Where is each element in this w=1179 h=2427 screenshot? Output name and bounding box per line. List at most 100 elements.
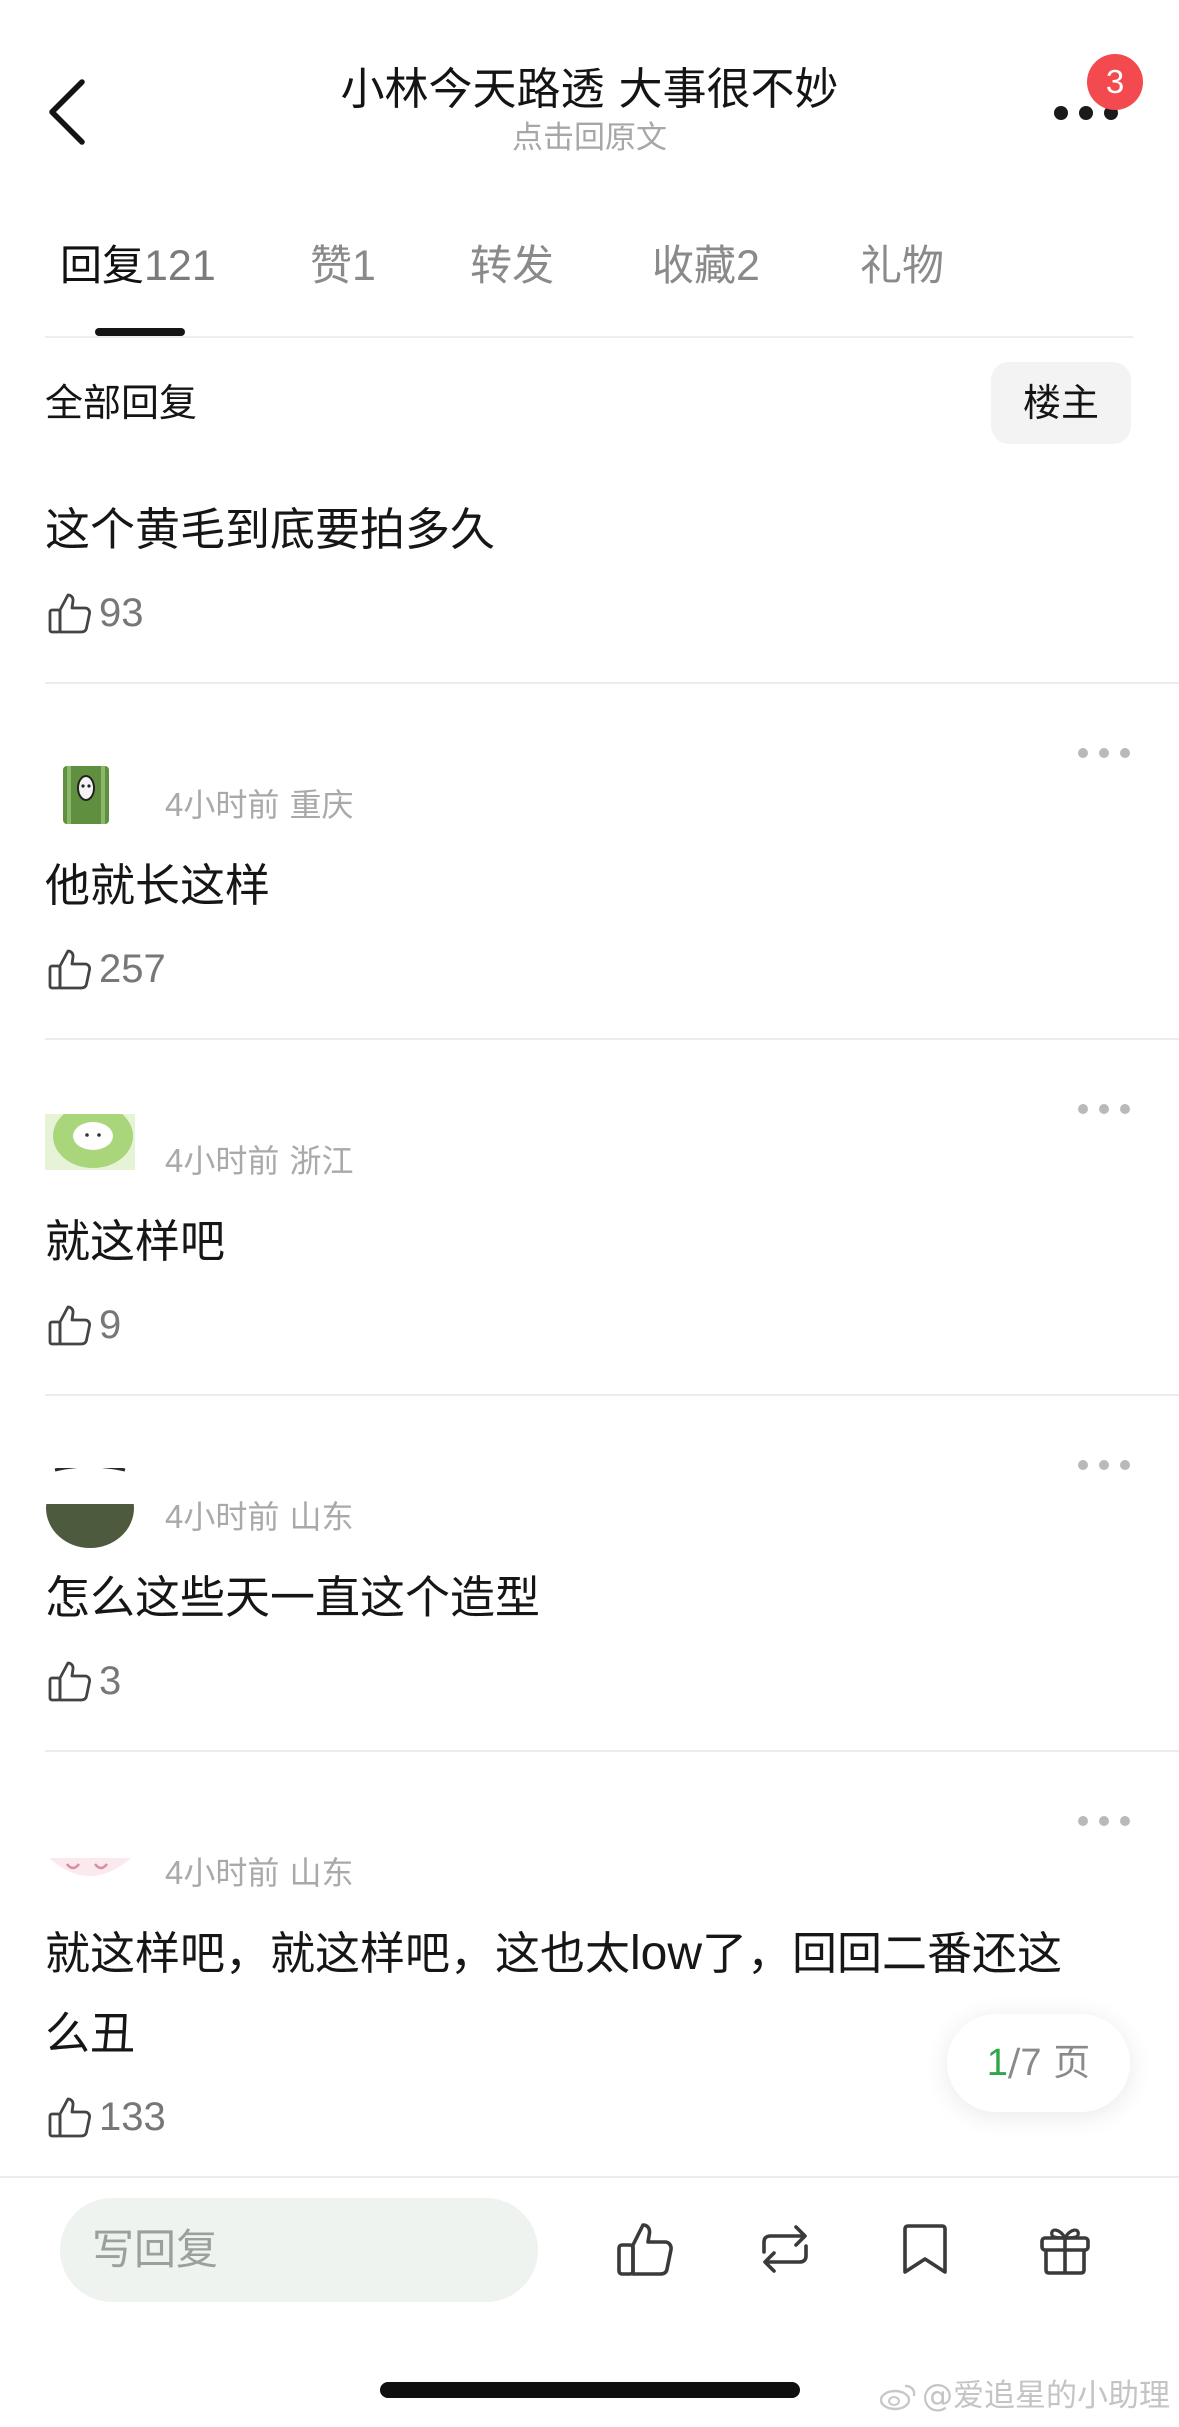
- more-dot: [1099, 1104, 1109, 1114]
- tab-label: 礼物: [860, 241, 945, 290]
- like-count: 93: [99, 590, 144, 635]
- thumbs-up-icon: [48, 2097, 91, 2138]
- tab-likes[interactable]: 赞1: [310, 236, 376, 296]
- thumbs-up-icon: [48, 1305, 91, 1346]
- ip-location: 浙江: [289, 1142, 354, 1180]
- reply-input[interactable]: 写回复: [60, 2198, 538, 2302]
- tab-favorites[interactable]: 收藏2: [652, 236, 760, 296]
- comment-text[interactable]: 怎么这些天一直这个造型: [45, 1558, 1134, 1638]
- notification-badge: 3: [1087, 54, 1143, 110]
- tab-gifts[interactable]: 礼物: [860, 236, 944, 296]
- comment-more-button[interactable]: [1078, 1810, 1130, 1830]
- like-button[interactable]: 9: [45, 1298, 121, 1352]
- all-replies-filter[interactable]: 全部回复: [45, 378, 197, 428]
- total-pages: 7: [1020, 2042, 1042, 2084]
- avatar[interactable]: [45, 1114, 135, 1194]
- more-dots-icon: [1078, 1816, 1088, 1826]
- page-unit: 页: [1053, 2041, 1091, 2084]
- favorite-button[interactable]: [892, 2216, 958, 2282]
- back-to-original-link[interactable]: 点击回原文: [0, 118, 1179, 158]
- more-dot: [1099, 748, 1109, 758]
- tab-label: 回复: [60, 241, 145, 290]
- avatar[interactable]: [45, 1468, 135, 1548]
- post-title[interactable]: 小林今天路透 大事很不妙: [0, 62, 1179, 118]
- more-dot: [1079, 106, 1093, 120]
- like-count: 133: [99, 2094, 166, 2139]
- like-button[interactable]: 93: [45, 586, 144, 640]
- comment-divider: [45, 1394, 1179, 1396]
- post-replies-screen: 小林今天路透 大事很不妙 点击回原文 3 回复121 赞1 转发 收藏2 礼物 …: [0, 0, 1179, 2427]
- thumbs-up-icon: [48, 1661, 91, 1702]
- repost-icon: [762, 2225, 808, 2273]
- bookmark-icon: [903, 2224, 947, 2274]
- page-indicator[interactable]: 1/7 页: [947, 2014, 1130, 2112]
- gift-button[interactable]: [1032, 2216, 1098, 2282]
- watermark-text: @爱追星的小助理: [922, 2378, 1170, 2414]
- post-time: 4: [165, 786, 184, 823]
- ip-location: 山东: [289, 1498, 354, 1536]
- weibo-logo-icon: [879, 2384, 916, 2411]
- like-button[interactable]: 133: [45, 2090, 166, 2144]
- avatar[interactable]: [45, 758, 135, 838]
- post-time: 4: [165, 1854, 184, 1891]
- avatar[interactable]: [45, 1824, 135, 1904]
- thumbs-up-icon: [617, 2223, 673, 2276]
- avatar-image: [45, 1114, 135, 1170]
- comment-divider: [45, 1038, 1179, 1040]
- comment-text-part: 就这样吧，就这样吧，这也太: [45, 1927, 631, 1980]
- thumbs-up-icon: [48, 949, 91, 990]
- like-count: 9: [99, 1302, 122, 1347]
- more-dots-icon: [1078, 748, 1088, 758]
- comment-text[interactable]: 这个黄毛到底要拍多久: [45, 490, 1134, 570]
- page-separator: /: [1007, 2041, 1021, 2084]
- comment-meta: 4小时前 重庆: [165, 784, 354, 826]
- comment-more-button[interactable]: [1078, 1098, 1130, 1118]
- tab-reposts[interactable]: 转发: [470, 236, 554, 296]
- more-dots-icon: [1054, 106, 1068, 120]
- repost-button[interactable]: [752, 2216, 818, 2282]
- like-button[interactable]: 257: [45, 942, 166, 996]
- comment-text-part: 么丑: [45, 2007, 136, 2060]
- avatar-image: [63, 766, 109, 824]
- comment-text[interactable]: 他就长这样: [45, 846, 1134, 926]
- comment-text-part: 了，回回二番还这: [702, 1927, 1063, 1980]
- like-count: 3: [99, 1658, 122, 1703]
- more-dot: [1120, 1104, 1130, 1114]
- like-count: 257: [99, 946, 166, 991]
- more-dot: [1120, 1816, 1130, 1826]
- tab-bar: 回复121 赞1 转发 收藏2 礼物: [0, 236, 1179, 336]
- comment-more-button[interactable]: [1078, 742, 1130, 762]
- ip-location: 重庆: [289, 786, 354, 824]
- comment-meta: 4小时前 山东: [165, 1852, 354, 1894]
- post-time-unit: 小时前: [183, 1854, 280, 1892]
- avatar-image: [45, 1824, 135, 1876]
- comment-meta: 4小时前 山东: [165, 1496, 354, 1538]
- comment-text-part: low: [630, 1927, 703, 1980]
- more-dots-icon: [1078, 1460, 1088, 1470]
- ip-location: 山东: [289, 1854, 354, 1892]
- more-dot: [1120, 748, 1130, 758]
- active-tab-indicator: [95, 328, 185, 336]
- tab-count: 1: [352, 242, 376, 290]
- tab-replies[interactable]: 回复121: [60, 236, 216, 296]
- post-time-unit: 小时前: [183, 1142, 280, 1180]
- home-indicator[interactable]: [380, 2382, 800, 2398]
- watermark: @爱追星的小助理: [878, 2376, 1170, 2416]
- post-time: 4: [165, 1142, 184, 1179]
- post-time-unit: 小时前: [183, 1498, 280, 1536]
- top-navigation-bar: 小林今天路透 大事很不妙 点击回原文 3: [0, 0, 1179, 190]
- current-page: 1: [986, 2042, 1008, 2084]
- op-only-button[interactable]: 楼主: [991, 362, 1131, 444]
- like-post-button[interactable]: [612, 2216, 678, 2282]
- comment-more-button[interactable]: [1078, 1454, 1130, 1474]
- comment-text[interactable]: 就这样吧: [45, 1202, 1134, 1282]
- more-dot: [1099, 1460, 1109, 1470]
- comment-meta: 4小时前 浙江: [165, 1140, 354, 1182]
- like-button[interactable]: 3: [45, 1654, 121, 1708]
- more-dot: [1099, 1816, 1109, 1826]
- thumbs-up-icon: [48, 593, 91, 634]
- tab-label: 转发: [470, 241, 555, 290]
- tab-count: 2: [736, 242, 760, 290]
- more-dot: [1120, 1460, 1130, 1470]
- tabs-divider: [45, 336, 1133, 338]
